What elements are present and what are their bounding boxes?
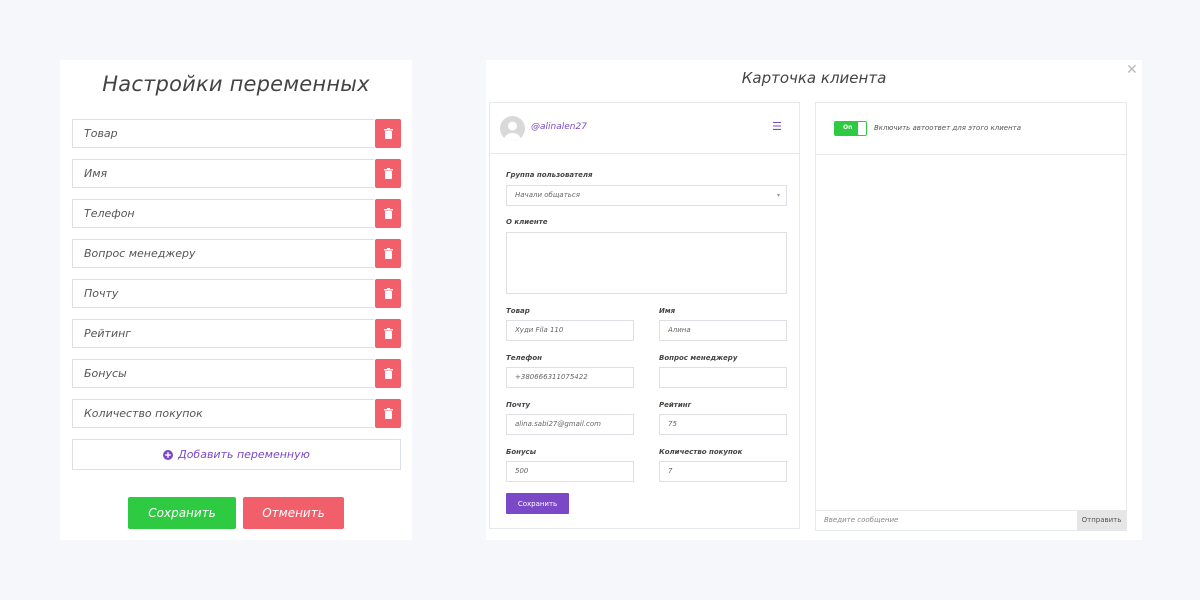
caret-down-icon: ▾ — [776, 192, 780, 199]
phone-input[interactable]: +380666311075422 — [506, 367, 634, 388]
delete-variable-button[interactable] — [375, 199, 401, 228]
bonus-label: Бонусы — [506, 448, 537, 456]
delete-variable-button[interactable] — [375, 359, 401, 388]
variable-row: Вопрос менеджеру — [72, 239, 401, 268]
purchases-label: Количество покупок — [659, 448, 743, 456]
variable-input[interactable]: Телефон — [72, 199, 374, 228]
trash-icon — [383, 208, 393, 219]
delete-variable-button[interactable] — [375, 279, 401, 308]
rating-label: Рейтинг — [659, 401, 692, 409]
trash-icon — [383, 328, 393, 339]
trash-icon — [383, 168, 393, 179]
variable-row: Количество покупок — [72, 399, 401, 428]
avatar — [500, 116, 525, 141]
variable-input[interactable]: Количество покупок — [72, 399, 374, 428]
variable-row: Бонусы — [72, 359, 401, 388]
variable-input[interactable]: Бонусы — [72, 359, 374, 388]
delete-variable-button[interactable] — [375, 119, 401, 148]
product-input[interactable]: Худи Fila 110 — [506, 320, 634, 341]
add-variable-label: Добавить переменную — [178, 448, 310, 461]
trash-icon — [383, 368, 393, 379]
variables-settings-panel: Настройки переменных Товар Имя Телефон В… — [60, 60, 412, 540]
variable-input[interactable]: Вопрос менеджеру — [72, 239, 374, 268]
email-label: Почту — [506, 401, 531, 409]
delete-variable-button[interactable] — [375, 239, 401, 268]
variable-input[interactable]: Почту — [72, 279, 374, 308]
product-label: Товар — [506, 307, 530, 315]
save-client-button[interactable]: Сохранить — [506, 493, 569, 514]
client-info-panel: @alinalen27 ☰ Группа пользователя Начали… — [489, 102, 800, 529]
variable-row: Телефон — [72, 199, 401, 228]
chat-header: On Включить автоответ для этого клиента — [816, 103, 1126, 155]
variable-input[interactable]: Рейтинг — [72, 319, 374, 348]
autoreply-toggle[interactable]: On — [834, 121, 867, 136]
trash-icon — [383, 248, 393, 259]
name-input[interactable]: Алина — [659, 320, 787, 341]
variable-row: Товар — [72, 119, 401, 148]
close-icon[interactable]: ✕ — [1126, 62, 1138, 78]
message-input[interactable]: Введите сообщение — [816, 510, 1078, 530]
client-header: @alinalen27 ☰ — [490, 103, 799, 154]
save-button[interactable]: Сохранить — [128, 497, 236, 529]
name-label: Имя — [659, 307, 676, 315]
about-textarea[interactable] — [506, 232, 787, 294]
trash-icon — [383, 128, 393, 139]
variables-panel-title: Настройки переменных — [102, 72, 370, 96]
client-card-title: Карточка клиента — [741, 69, 887, 87]
variable-row: Рейтинг — [72, 319, 401, 348]
about-label: О клиенте — [506, 218, 548, 226]
hamburger-menu-icon[interactable]: ☰ — [772, 120, 782, 133]
group-label: Группа пользователя — [506, 171, 593, 179]
bonus-input[interactable]: 500 — [506, 461, 634, 482]
cancel-button[interactable]: Отменить — [243, 497, 344, 529]
variable-row: Имя — [72, 159, 401, 188]
trash-icon — [383, 408, 393, 419]
email-input[interactable]: alina.sabi27@gmail.com — [506, 414, 634, 435]
add-variable-button[interactable]: Добавить переменную — [72, 439, 401, 470]
variable-row: Почту — [72, 279, 401, 308]
variable-input[interactable]: Товар — [72, 119, 374, 148]
delete-variable-button[interactable] — [375, 399, 401, 428]
question-label: Вопрос менеджеру — [659, 354, 738, 362]
group-select[interactable]: Начали общаться ▾ — [506, 185, 787, 206]
purchases-input[interactable]: 7 — [659, 461, 787, 482]
toggle-state: On — [843, 124, 853, 131]
variable-input[interactable]: Имя — [72, 159, 374, 188]
chat-panel: On Включить автоответ для этого клиента … — [815, 102, 1127, 531]
client-card-modal: Карточка клиента ✕ @alinalen27 ☰ Группа … — [486, 60, 1142, 540]
phone-label: Телефон — [506, 354, 542, 362]
question-input[interactable] — [659, 367, 787, 388]
plus-circle-icon — [163, 449, 174, 460]
delete-variable-button[interactable] — [375, 319, 401, 348]
client-username[interactable]: @alinalen27 — [531, 122, 587, 132]
autoreply-label: Включить автоответ для этого клиента — [874, 124, 1022, 132]
trash-icon — [383, 288, 393, 299]
rating-input[interactable]: 75 — [659, 414, 787, 435]
delete-variable-button[interactable] — [375, 159, 401, 188]
send-button[interactable]: Отправить — [1077, 510, 1126, 530]
toggle-knob — [858, 122, 866, 135]
group-select-value: Начали общаться — [515, 191, 580, 199]
